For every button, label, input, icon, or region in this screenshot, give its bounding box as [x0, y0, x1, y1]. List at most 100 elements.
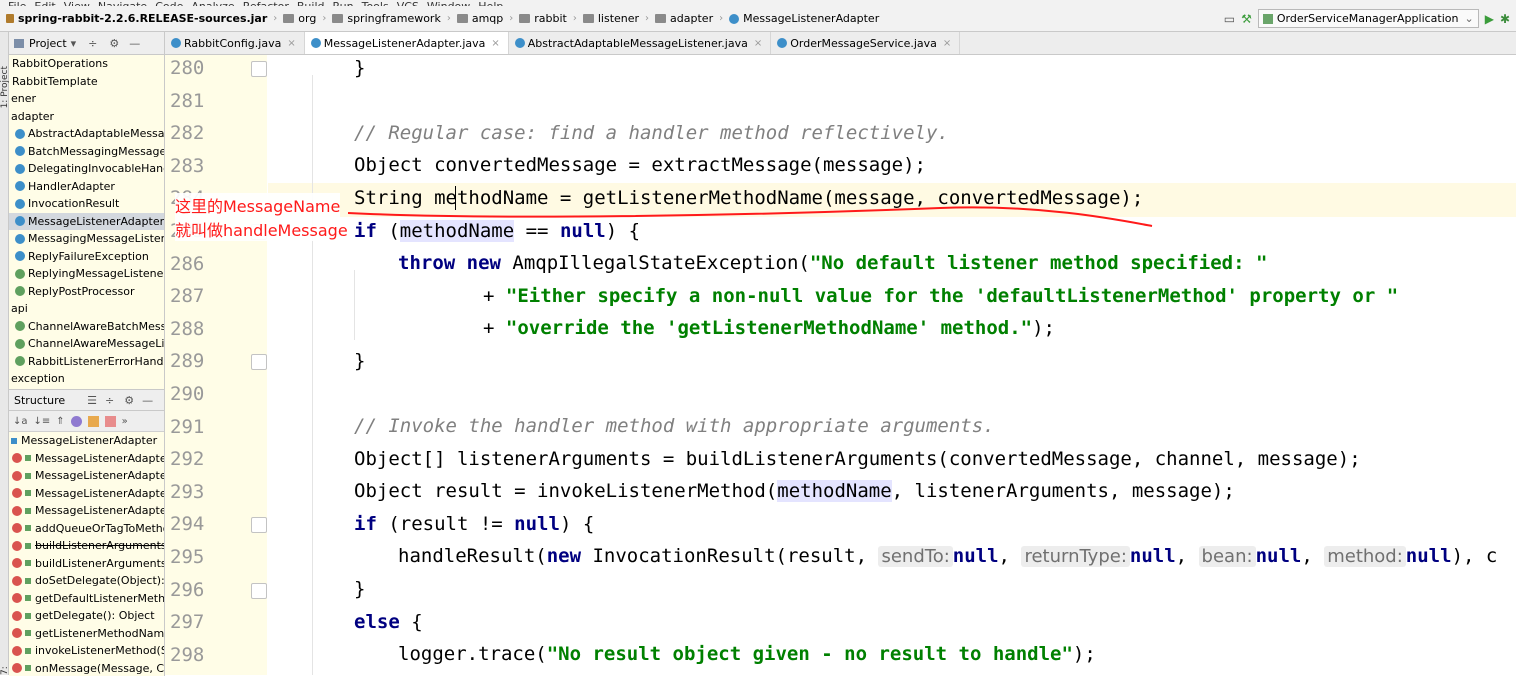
show-anonymous-icon[interactable] [105, 416, 116, 427]
project-tree-item[interactable]: ChannelAwareBatchMessageListener [9, 318, 164, 336]
structure-member-item[interactable]: MessageListenerAdapter(Object, String) [9, 502, 164, 520]
collapse-icon[interactable]: ÷ [105, 394, 114, 407]
project-tree-item-label: RabbitListenerErrorHandler [28, 353, 165, 371]
project-tree-item[interactable]: adapter [9, 108, 164, 126]
sort-icon[interactable]: ☰ [87, 394, 97, 407]
minimize-icon[interactable]: — [142, 394, 153, 407]
sort-alpha-icon[interactable]: ↓a [13, 416, 28, 427]
breadcrumb-item[interactable]: amqp› [451, 12, 513, 25]
project-tree-item[interactable]: BatchMessagingMessageListenerAdapter [9, 143, 164, 161]
project-tree-item-label: ReplyingMessageListener [28, 265, 165, 283]
project-tree-item[interactable]: ReplyFailureException [9, 248, 164, 266]
visibility-icon [25, 525, 31, 531]
chevron-down-icon[interactable]: ▾ [71, 37, 77, 50]
collapse-all-icon[interactable]: ÷ [88, 37, 97, 50]
structure-member-item[interactable]: doSetDelegate(Object): void [9, 572, 164, 590]
structure-root[interactable]: MessageListenerAdapter [9, 432, 164, 450]
structure-member-item[interactable]: getListenerMethodName(Message, Object) [9, 625, 164, 643]
run-configuration-select[interactable]: OrderServiceManagerApplication ⌄ [1258, 9, 1479, 28]
structure-member-item[interactable]: onMessage(Message, Channel) [9, 660, 164, 676]
method-icon [12, 488, 22, 498]
project-tree-item-label: MessageListenerAdapter [28, 213, 164, 231]
structure-member-item[interactable]: MessageListenerAdapter() [9, 450, 164, 468]
breadcrumb-item[interactable]: org› [277, 12, 326, 25]
gear-icon[interactable]: ⚙ [109, 37, 119, 50]
code-line-288: + "override the 'getListenerMethodName' … [483, 312, 1055, 344]
project-tree-item[interactable]: InvocationResult [9, 195, 164, 213]
project-tree-item[interactable]: HandlerAdapter [9, 178, 164, 196]
close-icon[interactable]: × [943, 38, 951, 49]
class-icon [729, 14, 739, 24]
editor-tab[interactable]: AbstractAdaptableMessageListener.java× [509, 32, 771, 54]
gear-icon[interactable]: ⚙ [124, 394, 134, 407]
close-icon[interactable]: × [491, 38, 499, 49]
project-tree-item[interactable]: RabbitOperations [9, 55, 164, 73]
build-hammer-icon[interactable]: ⚒ [1241, 12, 1252, 26]
close-icon[interactable]: × [287, 38, 295, 49]
inherited-icon[interactable]: ⇑ [56, 416, 64, 427]
window-icon[interactable]: ▭ [1224, 12, 1235, 26]
project-panel-title[interactable]: Project [29, 37, 67, 50]
editor-tab[interactable]: RabbitConfig.java× [165, 32, 305, 54]
structure-member-item[interactable]: buildListenerArguments(Object, Channel, … [9, 555, 164, 573]
fold-marker-icon[interactable] [251, 354, 267, 370]
structure-member-item[interactable]: getDefaultListenerMethod() [9, 590, 164, 608]
project-tree-item-label: adapter [11, 108, 54, 126]
project-tree-item[interactable]: MessageListenerAdapter [9, 213, 164, 231]
project-tree-item[interactable]: RabbitListenerErrorHandler [9, 353, 164, 371]
project-tree-item[interactable]: api [9, 300, 164, 318]
project-tree-item[interactable]: ReplyPostProcessor [9, 283, 164, 301]
breadcrumb-item[interactable]: springframework› [326, 12, 450, 25]
package-icon [457, 14, 468, 23]
class-icon [11, 438, 17, 444]
breadcrumb: spring-rabbit-2.2.6.RELEASE-sources.jar›… [0, 12, 879, 25]
project-tree-item-label: InvocationResult [28, 195, 119, 213]
run-icon[interactable]: ▶ [1485, 12, 1494, 26]
structure-member-item[interactable]: invokeListenerMethod(String, Object[], M… [9, 642, 164, 660]
interface-icon [15, 286, 25, 296]
project-tree-item[interactable]: DelegatingInvocableHandler [9, 160, 164, 178]
project-tree-item[interactable]: MessagingMessageListenerAdapter [9, 230, 164, 248]
code-line-286: throw new AmqpIllegalStateException("No … [398, 247, 1267, 279]
project-tree-item[interactable]: AbstractAdaptableMessageListener [9, 125, 164, 143]
editor-tab[interactable]: OrderMessageService.java× [771, 32, 960, 54]
debug-icon[interactable]: ✱ [1500, 12, 1510, 26]
class-icon [777, 38, 787, 48]
project-tree-item[interactable]: ReplyingMessageListener [9, 265, 164, 283]
method-icon [12, 471, 22, 481]
class-icon [171, 38, 181, 48]
code-line-294: if (result != null) { [354, 508, 594, 540]
breadcrumb-item[interactable]: rabbit› [513, 12, 577, 25]
structure-member-item[interactable]: buildListenerArguments(Object) [9, 537, 164, 555]
class-icon [15, 129, 25, 139]
structure-member-item[interactable]: MessageListenerAdapter(Object, MessageCo… [9, 485, 164, 503]
show-fields-icon[interactable] [88, 416, 99, 427]
editor-tab[interactable]: MessageListenerAdapter.java× [305, 32, 509, 54]
show-properties-icon[interactable] [71, 416, 82, 427]
fold-marker-icon[interactable] [251, 583, 267, 599]
structure-member-item[interactable]: addQueueOrTagToMethodName(String, String… [9, 520, 164, 538]
more-icon[interactable]: » [122, 416, 128, 427]
interface-icon [15, 321, 25, 331]
project-tree-item[interactable]: exception [9, 370, 164, 388]
annotation-line-2: 就叫做handleMessage [175, 217, 348, 241]
project-tree-item[interactable]: RabbitTemplate [9, 73, 164, 91]
structure-member-item[interactable]: getDelegate(): Object [9, 607, 164, 625]
line-number: 290 [170, 383, 204, 405]
code-editor[interactable]: } // Regular case: find a handler method… [268, 55, 1516, 675]
breadcrumb-item[interactable]: adapter› [649, 12, 723, 25]
structure-member-item[interactable]: MessageListenerAdapter(Object) [9, 467, 164, 485]
structure-member-label: MessageListenerAdapter(Object, MessageCo… [35, 485, 165, 503]
fold-marker-icon[interactable] [251, 61, 267, 77]
minimize-icon[interactable]: — [129, 37, 140, 50]
project-tree-item[interactable]: ChannelAwareMessageListener [9, 335, 164, 353]
breadcrumb-item[interactable]: MessageListenerAdapter [723, 12, 879, 25]
line-number: 291 [170, 416, 204, 438]
breadcrumb-item[interactable]: spring-rabbit-2.2.6.RELEASE-sources.jar› [0, 12, 277, 25]
project-tree-item[interactable]: ener [9, 90, 164, 108]
fold-marker-icon[interactable] [251, 517, 267, 533]
code-line-289: } [354, 345, 365, 377]
close-icon[interactable]: × [754, 38, 762, 49]
sort-visibility-icon[interactable]: ↓≡ [34, 416, 51, 427]
breadcrumb-item[interactable]: listener› [577, 12, 649, 25]
